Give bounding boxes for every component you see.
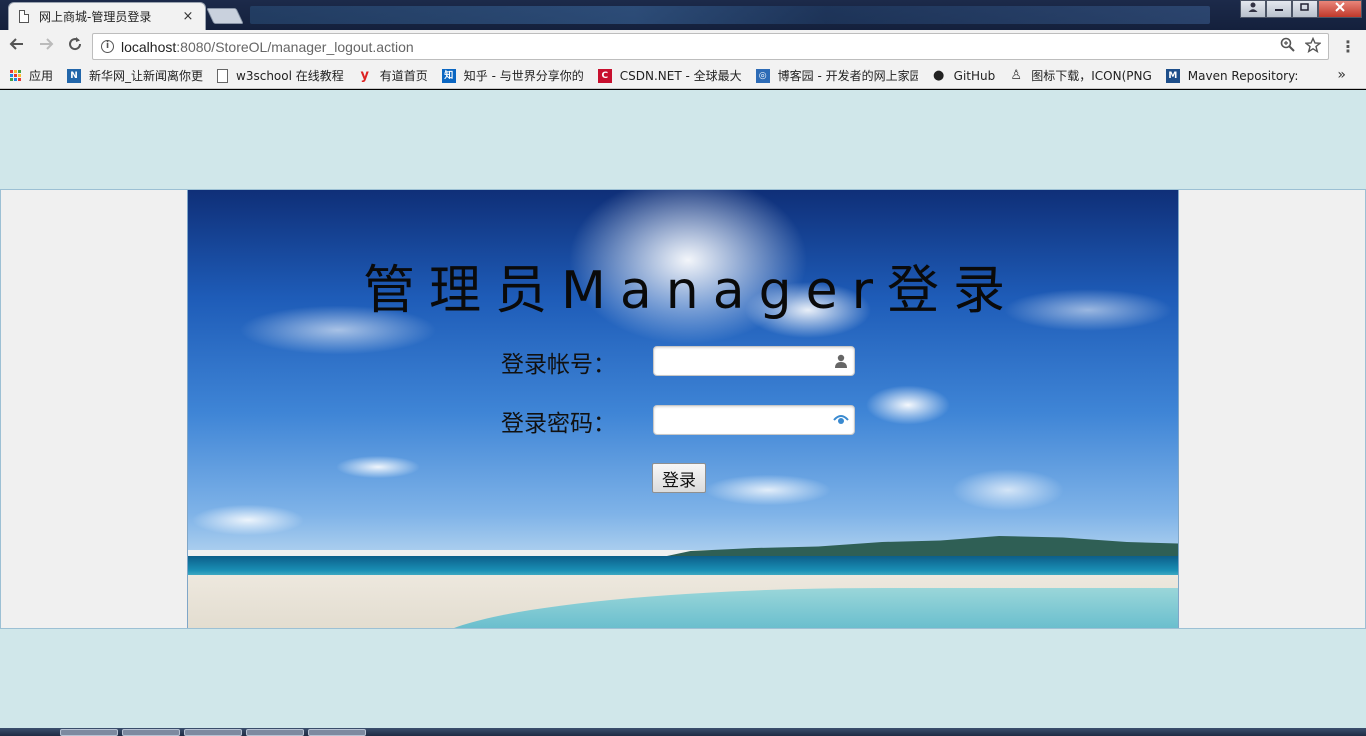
taskbar-item[interactable] bbox=[246, 729, 304, 736]
maven-icon: M bbox=[1165, 68, 1180, 83]
bookmark-item[interactable]: y 有道首页 bbox=[358, 67, 428, 84]
youdao-icon: y bbox=[360, 67, 370, 83]
bookmark-item[interactable]: ♙ 图标下载，ICON(PNG bbox=[1009, 67, 1152, 84]
bookmark-item[interactable]: 应用 bbox=[10, 67, 53, 84]
star-icon[interactable] bbox=[1302, 36, 1324, 57]
zhihu-icon: 知 bbox=[441, 68, 456, 83]
github-icon: ● bbox=[932, 67, 945, 83]
account-label: 登录帐号： bbox=[501, 352, 616, 378]
account-field[interactable] bbox=[653, 346, 855, 376]
browser-menu-icon[interactable]: ⋮ bbox=[1340, 37, 1356, 56]
bookmark-label: 应用 bbox=[29, 69, 54, 83]
header-band bbox=[0, 90, 1366, 190]
icon-download-icon: ♙ bbox=[1010, 67, 1023, 83]
restore-icon[interactable] bbox=[1292, 0, 1318, 18]
browser-toolbar: i localhost:8080/StoreOL/manager_logout.… bbox=[0, 30, 1366, 63]
user-icon[interactable] bbox=[1240, 0, 1266, 18]
taskbar-item[interactable] bbox=[308, 729, 366, 736]
eye-icon[interactable] bbox=[833, 412, 849, 428]
login-title: 管理员Manager登录 bbox=[363, 261, 1019, 321]
taskbar-item[interactable] bbox=[122, 729, 180, 736]
password-label: 登录密码： bbox=[501, 411, 616, 437]
bookmark-item[interactable]: N 新华网_让新闻离你更 bbox=[67, 67, 203, 84]
bookmark-item[interactable]: w3school 在线教程 bbox=[217, 67, 344, 84]
bookmark-label: w3school 在线教程 bbox=[236, 69, 344, 83]
forward-button[interactable] bbox=[34, 35, 58, 59]
page-document-icon bbox=[19, 10, 29, 23]
bookmark-label: 博客园 - 开发者的网上家园 bbox=[777, 69, 918, 83]
zoom-icon[interactable] bbox=[1276, 37, 1298, 56]
page-body: 管理员Manager登录 登录帐号： 登录密码： 登录 bbox=[0, 90, 1366, 728]
reload-button[interactable] bbox=[63, 35, 87, 59]
bookmark-item[interactable]: 知知乎 - 与世界分享你的 bbox=[441, 67, 584, 84]
bookmark-label: 新华网_让新闻离你更 bbox=[89, 69, 204, 83]
login-button[interactable]: 登录 bbox=[652, 463, 706, 493]
window-controls bbox=[1240, 0, 1362, 18]
os-taskbar bbox=[0, 728, 1366, 736]
tab-title: 网上商城-管理员登录 bbox=[39, 10, 152, 24]
bookmarks-bar: 应用 N 新华网_让新闻离你更 w3school 在线教程 y 有道首页知知乎 - 与世界… bbox=[0, 63, 1366, 89]
tab-close-icon[interactable]: × bbox=[181, 9, 195, 24]
bookmarks-overflow-icon[interactable]: » bbox=[1337, 67, 1346, 83]
cnblogs-icon: ◎ bbox=[755, 68, 770, 83]
browser-titlebar: 网上商城-管理员登录 × bbox=[0, 0, 1366, 30]
back-button[interactable] bbox=[5, 35, 29, 59]
login-panel: 管理员Manager登录 登录帐号： 登录密码： 登录 bbox=[187, 190, 1179, 628]
address-bar[interactable]: i localhost:8080/StoreOL/manager_logout.… bbox=[92, 33, 1329, 60]
taskbar-item[interactable] bbox=[184, 729, 242, 736]
bookmark-item[interactable]: M Maven Repository: bbox=[1165, 68, 1299, 83]
document-icon bbox=[217, 68, 229, 83]
bookmark-item[interactable]: ◎ 博客园 - 开发者的网上家园 bbox=[755, 67, 918, 84]
bookmark-label: 图标下载，ICON(PNG bbox=[1031, 69, 1152, 83]
apps-grid-icon bbox=[10, 70, 21, 81]
titlebar-background bbox=[250, 6, 1210, 24]
password-input[interactable] bbox=[660, 407, 830, 433]
bookmark-label: CSDN.NET - 全球最大 bbox=[619, 69, 742, 83]
csdn-icon: C bbox=[597, 68, 612, 83]
bookmark-label: 有道首页 bbox=[379, 69, 428, 83]
minimize-icon[interactable] bbox=[1266, 0, 1292, 18]
footer-band bbox=[0, 628, 1366, 728]
bookmark-label: GitHub bbox=[953, 68, 996, 83]
bookmark-label: Maven Repository: bbox=[1187, 68, 1299, 83]
bookmark-label: 知乎 - 与世界分享你的 bbox=[463, 69, 584, 83]
site-info-icon[interactable]: i bbox=[101, 40, 114, 53]
taskbar-item[interactable] bbox=[60, 729, 118, 736]
bookmark-item[interactable]: ● GitHub bbox=[932, 67, 996, 83]
password-field[interactable] bbox=[653, 405, 855, 435]
news-icon: N bbox=[67, 68, 82, 83]
url-text[interactable]: localhost:8080/StoreOL/manager_logout.ac… bbox=[121, 39, 1276, 55]
user-icon bbox=[835, 354, 847, 368]
new-tab-button[interactable] bbox=[206, 8, 244, 24]
close-window-icon[interactable] bbox=[1318, 0, 1362, 18]
bookmark-item[interactable]: C CSDN.NET - 全球最大 bbox=[597, 67, 742, 84]
browser-tab[interactable]: 网上商城-管理员登录 × bbox=[8, 2, 206, 30]
account-input[interactable] bbox=[660, 348, 830, 374]
